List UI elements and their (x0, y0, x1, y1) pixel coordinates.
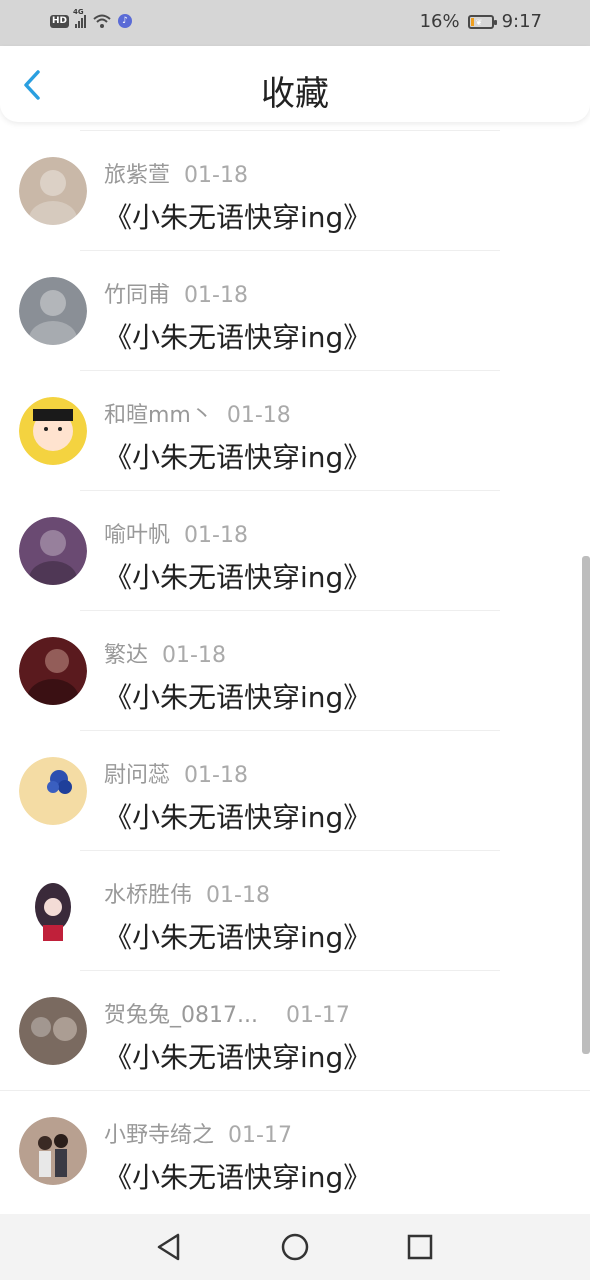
divider (80, 610, 500, 611)
status-bar: HD 4G ♪ 16% ❦ 9:17 (0, 0, 590, 46)
divider (80, 490, 500, 491)
item-meta: 贺兔兔_0817... 01-17 (104, 997, 350, 1029)
divider (80, 250, 500, 251)
home-circle-icon (281, 1233, 309, 1261)
item-date: 01-17 (285, 1003, 350, 1028)
avatar[interactable] (19, 1117, 87, 1185)
list-item[interactable]: 旅紫萱 01-18 《小朱无语快穿ing》 (0, 130, 590, 250)
list-item[interactable]: 尉问蕊 01-18 《小朱无语快穿ing》 (0, 730, 590, 850)
item-meta: 旅紫萱 01-18 (104, 157, 248, 189)
user-name[interactable]: 尉问蕊 (104, 763, 170, 788)
item-meta: 竹同甫 01-18 (104, 277, 248, 309)
book-title[interactable]: 《小朱无语快穿ing》 (104, 676, 371, 716)
app-header: 收藏 (0, 46, 590, 122)
avatar[interactable] (19, 637, 87, 705)
divider (80, 970, 500, 971)
recents-square-icon (407, 1234, 433, 1260)
book-title[interactable]: 《小朱无语快穿ing》 (104, 316, 371, 356)
divider (80, 370, 500, 371)
nav-home-button[interactable] (279, 1231, 311, 1263)
item-date: 01-18 (184, 523, 248, 548)
music-app-icon: ♪ (118, 14, 133, 28)
avatar[interactable] (19, 397, 87, 465)
signal-4g-icon: 4G (73, 8, 87, 28)
status-left-icons: HD 4G ♪ (50, 8, 133, 29)
item-date: 01-17 (228, 1123, 292, 1148)
item-date: 01-18 (162, 643, 226, 668)
user-name[interactable]: 小野寺绮之 (104, 1123, 214, 1148)
item-meta: 喻叶帆 01-18 (104, 517, 248, 549)
list-item[interactable]: 小野寺绮之 01-17 《小朱无语快穿ing》 (0, 1090, 590, 1210)
list-item[interactable]: 水桥胜伟 01-18 《小朱无语快穿ing》 (0, 850, 590, 970)
page-title: 收藏 (261, 74, 329, 114)
user-name[interactable]: 喻叶帆 (104, 523, 170, 548)
item-meta: 和暄mm丶 01-18 (104, 397, 291, 429)
list-item[interactable]: 喻叶帆 01-18 《小朱无语快穿ing》 (0, 490, 590, 610)
book-title[interactable]: 《小朱无语快穿ing》 (104, 1156, 371, 1196)
avatar[interactable] (19, 757, 87, 825)
clock: 9:17 (501, 11, 542, 32)
user-name[interactable]: 竹同甫 (104, 283, 170, 308)
hd-icon: HD (50, 14, 70, 28)
user-name[interactable]: 水桥胜伟 (104, 883, 192, 908)
book-title[interactable]: 《小朱无语快穿ing》 (104, 1036, 371, 1076)
item-date: 01-18 (226, 403, 291, 428)
book-title[interactable]: 《小朱无语快穿ing》 (104, 196, 371, 236)
user-name[interactable]: 和暄mm丶 (104, 403, 213, 428)
book-title[interactable]: 《小朱无语快穿ing》 (104, 556, 371, 596)
avatar[interactable] (19, 877, 87, 945)
item-date: 01-18 (184, 283, 248, 308)
book-title[interactable]: 《小朱无语快穿ing》 (104, 916, 371, 956)
battery-percent: 16% (419, 11, 460, 32)
favorites-list: 旅紫萱 01-18 《小朱无语快穿ing》 竹同甫 01-18 《小朱无语快穿ing… (0, 130, 590, 1210)
divider (80, 130, 500, 131)
back-triangle-icon (157, 1233, 180, 1261)
list-item[interactable]: 繁达 01-18 《小朱无语快穿ing》 (0, 610, 590, 730)
item-date: 01-18 (206, 883, 270, 908)
avatar[interactable] (19, 997, 87, 1065)
item-meta: 尉问蕊 01-18 (104, 757, 248, 789)
book-title[interactable]: 《小朱无语快穿ing》 (104, 796, 371, 836)
user-name[interactable]: 繁达 (104, 643, 148, 668)
avatar[interactable] (19, 517, 87, 585)
item-meta: 小野寺绮之 01-17 (104, 1117, 292, 1149)
list-item[interactable]: 和暄mm丶 01-18 《小朱无语快穿ing》 (0, 370, 590, 490)
item-date: 01-18 (184, 763, 248, 788)
list-item[interactable]: 竹同甫 01-18 《小朱无语快穿ing》 (0, 250, 590, 370)
item-date: 01-18 (184, 163, 248, 188)
avatar[interactable] (19, 157, 87, 225)
wifi-icon (93, 14, 111, 28)
divider (80, 850, 500, 851)
user-name[interactable]: 贺兔兔_0817... (104, 1003, 258, 1028)
item-meta: 繁达 01-18 (104, 637, 226, 669)
scrollbar[interactable] (582, 556, 590, 1054)
divider (80, 730, 500, 731)
book-title[interactable]: 《小朱无语快穿ing》 (104, 436, 371, 476)
status-right: 16% ❦ 9:17 (420, 11, 542, 32)
item-meta: 水桥胜伟 01-18 (104, 877, 270, 909)
system-nav-bar (0, 1214, 590, 1280)
avatar[interactable] (19, 277, 87, 345)
nav-back-button[interactable] (154, 1231, 186, 1263)
user-name[interactable]: 旅紫萱 (104, 163, 170, 188)
battery-icon: ❦ (467, 14, 497, 29)
list-item[interactable]: 贺兔兔_0817... 01-17 《小朱无语快穿ing》 (0, 970, 590, 1090)
nav-recents-button[interactable] (404, 1231, 436, 1263)
divider (0, 1090, 590, 1091)
